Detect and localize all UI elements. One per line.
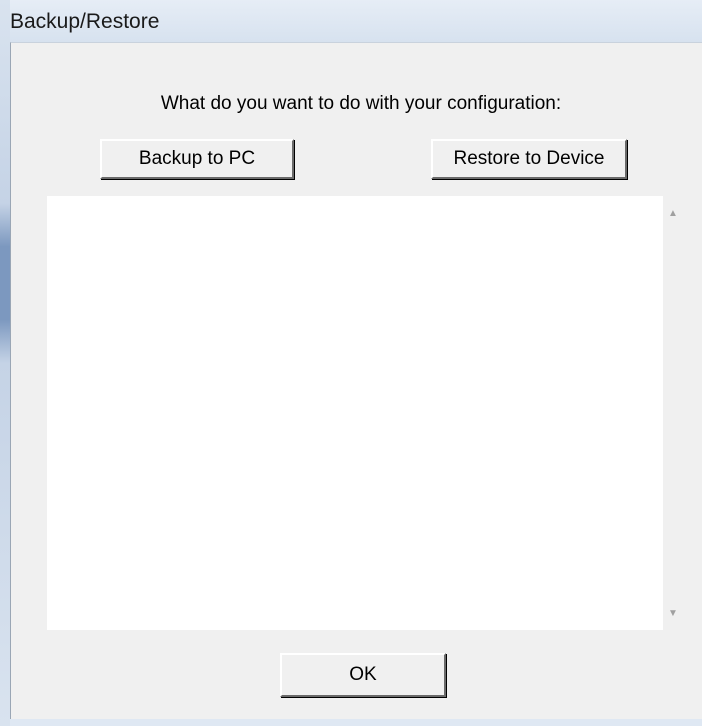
log-panel: ▲ ▼ — [47, 196, 683, 630]
backup-to-pc-label: Backup to PC — [138, 148, 256, 169]
window-title: Backup/Restore — [10, 10, 160, 33]
ok-button[interactable]: OK — [280, 653, 446, 697]
scroll-down-arrow-icon[interactable]: ▼ — [663, 602, 683, 624]
vertical-scrollbar[interactable]: ▲ ▼ — [663, 196, 683, 630]
dialog-client-area: What do you want to do with your configu… — [10, 42, 702, 719]
restore-to-device-button[interactable]: Restore to Device — [431, 139, 627, 179]
title-bar[interactable]: Backup/Restore — [0, 0, 702, 42]
backup-restore-window: Backup/Restore What do you want to do wi… — [0, 0, 702, 726]
log-text-area[interactable] — [47, 196, 663, 630]
restore-to-device-label: Restore to Device — [453, 148, 605, 169]
ok-label: OK — [349, 664, 377, 685]
backup-to-pc-button[interactable]: Backup to PC — [100, 139, 294, 179]
window-left-edge — [0, 0, 10, 726]
prompt-label: What do you want to do with your configu… — [160, 93, 562, 114]
scroll-up-arrow-icon[interactable]: ▲ — [663, 202, 683, 224]
